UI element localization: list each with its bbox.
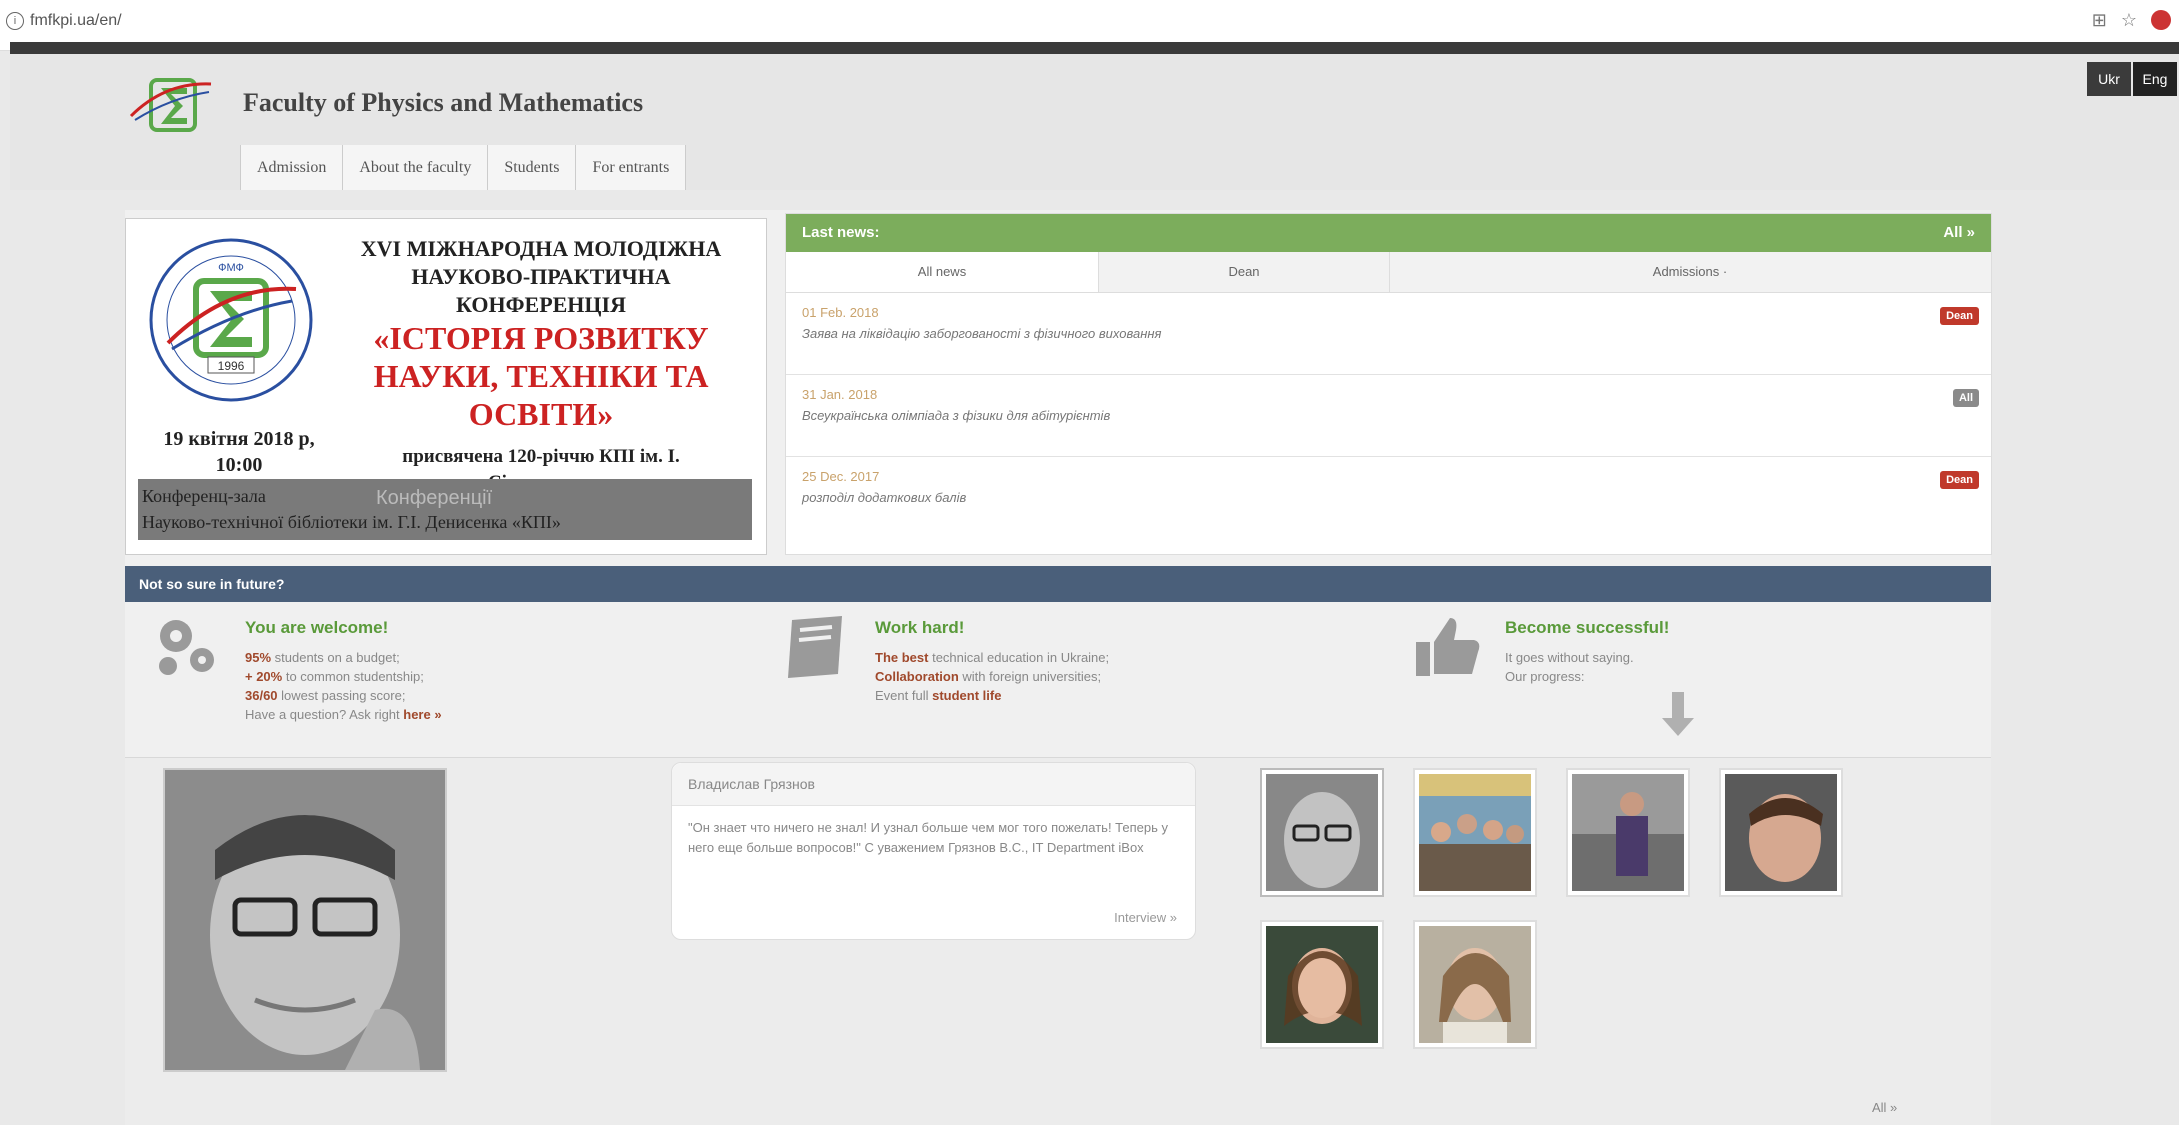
- student-thumbnail[interactable]: [1413, 768, 1537, 897]
- news-text[interactable]: розподіл додаткових балів: [802, 490, 1975, 505]
- book-icon: [788, 616, 842, 678]
- news-all-link[interactable]: All »: [1943, 214, 1975, 252]
- address-url[interactable]: fmfkpi.ua/en/: [30, 12, 122, 30]
- banner-title-line1: XVI МІЖНАРОДНА МОЛОДІЖНА НАУКОВО-ПРАКТИЧ…: [360, 236, 722, 317]
- news-date: 25 Dec. 2017: [802, 469, 880, 484]
- faculty-logo[interactable]: [125, 72, 215, 142]
- ask-here-link[interactable]: here »: [403, 707, 441, 722]
- student-photo: [1419, 926, 1531, 1043]
- news-badge[interactable]: Dean: [1940, 307, 1979, 325]
- extension-icon[interactable]: [2151, 10, 2171, 30]
- site-title[interactable]: Faculty of Physics and Mathematics: [243, 88, 643, 118]
- lang-ukr-button[interactable]: Ukr: [2087, 62, 2131, 96]
- testimonial-text: "Он знает что ничего не знал! И узнал бо…: [688, 820, 1168, 855]
- bookmark-star-icon[interactable]: ☆: [2121, 10, 2137, 31]
- featured-student-photo[interactable]: [163, 768, 447, 1072]
- svg-text:ФМФ: ФМФ: [218, 262, 244, 274]
- student-photo: [1572, 774, 1684, 891]
- nav-for-entrants[interactable]: For entrants: [576, 145, 687, 190]
- nav-about-faculty[interactable]: About the faculty: [343, 145, 489, 190]
- promo-title: Work hard!: [875, 618, 965, 637]
- promo-line: 95% students on a budget;: [245, 650, 400, 665]
- promo-title: You are welcome!: [245, 618, 389, 637]
- promo-line: It goes without saying.: [1505, 650, 1634, 665]
- student-thumbnail[interactable]: [1260, 768, 1384, 897]
- news-header: Last news: All »: [786, 214, 1991, 252]
- student-thumbnail[interactable]: [1413, 920, 1537, 1049]
- tab-all-news[interactable]: All news: [786, 252, 1099, 292]
- news-tabs: All news Dean Admissions ·: [786, 252, 1991, 293]
- news-badge[interactable]: All: [1952, 389, 1979, 407]
- student-thumbnail[interactable]: [1260, 920, 1384, 1049]
- portrait-image: [165, 770, 445, 1070]
- promo-line: Event full student life: [875, 688, 1002, 703]
- promo-line: Collaboration with foreign universities;: [875, 669, 1102, 684]
- news-date: 31 Jan. 2018: [802, 387, 878, 402]
- news-panel: Last news: All » All news Dean Admission…: [785, 213, 1992, 555]
- promo-line: 36/60 lowest passing score;: [245, 688, 406, 703]
- top-strip: [10, 42, 2179, 54]
- news-text[interactable]: Всеукраїнська олімпіада з фізики для абі…: [802, 408, 1975, 423]
- promo-work-hard: Work hard! The best technical education …: [780, 612, 1340, 752]
- nav-students[interactable]: Students: [488, 145, 577, 190]
- promo-line: The best technical education in Ukraine;: [875, 650, 1110, 665]
- interview-link[interactable]: Interview »: [1114, 910, 1177, 925]
- thumbs-up-icon: [1416, 618, 1480, 676]
- people-all-link[interactable]: All »: [1872, 1100, 1897, 1115]
- news-text[interactable]: Заява на ліквідацію заборгованості з фіз…: [802, 326, 1975, 341]
- banner-venue: Конференц-зала Науково-технічної бібліот…: [142, 486, 561, 532]
- news-badge[interactable]: Dean: [1940, 471, 1979, 489]
- gears-icon: [159, 620, 214, 675]
- student-life-link[interactable]: student life: [932, 688, 1001, 703]
- banner-title-main: «ІСТОРІЯ РОЗВИТКУ НАУКИ, ТЕХНІКИ ТА ОСВІ…: [373, 320, 709, 432]
- tab-dean[interactable]: Dean: [1099, 252, 1390, 292]
- news-item[interactable]: 31 Jan. 2018 Всеукраїнська олімпіада з ф…: [786, 375, 1991, 457]
- promo-line: Have a question? Ask right here »: [245, 707, 442, 722]
- news-header-title: Last news:: [802, 224, 880, 241]
- promo-title: Become successful!: [1505, 618, 1670, 637]
- news-date: 01 Feb. 2018: [802, 305, 879, 320]
- lang-eng-button[interactable]: Eng: [2133, 62, 2177, 96]
- main-nav: Admission About the faculty Students For…: [240, 145, 687, 190]
- news-item[interactable]: 01 Feb. 2018 Заява на ліквідацію заборго…: [786, 293, 1991, 375]
- banner-ghost-label: Конференції: [376, 487, 493, 509]
- info-icon[interactable]: i: [6, 12, 24, 30]
- browser-actions: ⊞ ☆: [2092, 10, 2171, 31]
- translate-icon[interactable]: ⊞: [2092, 10, 2107, 31]
- conference-emblem: 1996 ФМФ: [149, 238, 313, 402]
- testimonial-author: Владислав Грязнов: [672, 763, 1195, 806]
- promo-welcome: You are welcome! 95% students on a budge…: [150, 612, 710, 752]
- promo-successful: Become successful! It goes without sayin…: [1410, 612, 1970, 752]
- address-bar[interactable]: i fmfkpi.ua/en/: [6, 12, 122, 30]
- arrow-down-icon: [1662, 692, 1694, 736]
- promo-line: + 20% to common studentship;: [245, 669, 424, 684]
- promo-line: Our progress:: [1505, 669, 1585, 684]
- tab-admissions[interactable]: Admissions ·: [1390, 252, 1990, 292]
- group-photo: [1419, 774, 1531, 891]
- svg-text:1996: 1996: [218, 359, 245, 373]
- section-band: Not so sure in future?: [125, 566, 1991, 602]
- student-photo: [1266, 774, 1378, 891]
- banner-venue-box: Конференц-зала Науково-технічної бібліот…: [138, 479, 752, 540]
- banner-date: 19 квітня 2018 р, 10:00: [163, 428, 315, 476]
- testimonial-bubble: Владислав Грязнов "Он знает что ничего н…: [671, 762, 1196, 940]
- conference-banner[interactable]: 1996 ФМФ XVI МІЖНАРОДНА МОЛОДІЖНА НАУКОВ…: [125, 218, 767, 555]
- student-thumbnail[interactable]: [1719, 768, 1843, 897]
- student-photo: [1266, 926, 1378, 1043]
- news-item[interactable]: 25 Dec. 2017 розподіл додаткових балів D…: [786, 457, 1991, 539]
- nav-admission[interactable]: Admission: [240, 145, 344, 190]
- student-thumbnail[interactable]: [1566, 768, 1690, 897]
- student-photo: [1725, 774, 1837, 891]
